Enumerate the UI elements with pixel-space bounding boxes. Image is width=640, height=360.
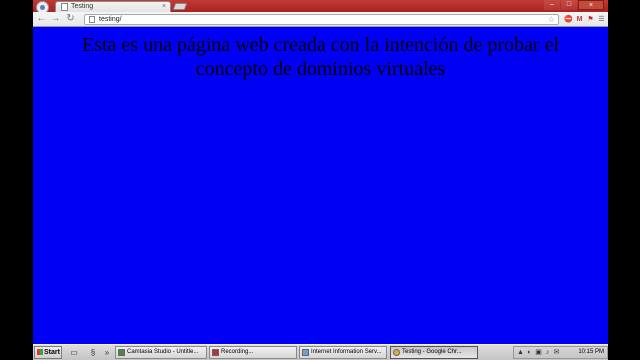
iis-icon bbox=[302, 349, 309, 356]
forward-button[interactable]: → bbox=[50, 13, 61, 25]
browser-window: Testing × – □ × ← → ↻ testing/ ☆ ⛔ M ⚑ ☰… bbox=[33, 0, 608, 344]
page-content: Esta es una página web creada con la int… bbox=[33, 27, 608, 344]
menu-icon[interactable]: ☰ bbox=[597, 15, 606, 24]
tab-close-icon[interactable]: × bbox=[162, 2, 166, 12]
windows-logo-icon bbox=[37, 349, 43, 355]
quick-launch-icon[interactable]: § bbox=[88, 347, 98, 358]
page-headline: Esta es una página web creada con la int… bbox=[81, 34, 559, 80]
recording-icon bbox=[212, 349, 219, 356]
quick-launch-more-icon[interactable]: » bbox=[102, 347, 112, 358]
minimize-button[interactable]: – bbox=[544, 0, 560, 10]
task-chrome[interactable]: Testing - Google Chr... bbox=[390, 346, 478, 359]
page-favicon-icon bbox=[61, 3, 68, 11]
show-desktop-icon[interactable]: ▭ bbox=[69, 347, 79, 358]
tab-title: Testing bbox=[71, 3, 94, 10]
back-button[interactable]: ← bbox=[36, 13, 47, 25]
page-icon bbox=[89, 16, 95, 23]
clock[interactable]: 10:15 PM bbox=[578, 347, 604, 358]
chrome-icon bbox=[393, 349, 400, 356]
task-camtasia[interactable]: Camtasia Studio - Untitle... bbox=[115, 346, 207, 359]
title-bar: Testing × – □ × bbox=[33, 0, 608, 14]
browser-toolbar: ← → ↻ testing/ ☆ ⛔ M ⚑ ☰ bbox=[33, 12, 608, 27]
camtasia-icon bbox=[118, 349, 125, 356]
reload-button[interactable]: ↻ bbox=[65, 13, 76, 25]
url-text[interactable]: testing/ bbox=[99, 15, 122, 24]
gmail-extension-icon[interactable]: M bbox=[575, 15, 584, 24]
taskbar: Start ▭ § » Camtasia Studio - Untitle...… bbox=[33, 344, 608, 360]
close-button[interactable]: × bbox=[578, 0, 604, 10]
volume-icon[interactable]: ♪ bbox=[544, 349, 551, 357]
start-label: Start bbox=[44, 349, 60, 356]
maximize-button[interactable]: □ bbox=[561, 0, 577, 10]
start-button[interactable]: Start bbox=[34, 346, 62, 359]
bookmark-star-icon[interactable]: ☆ bbox=[548, 15, 555, 24]
tab-testing[interactable]: Testing × bbox=[55, 1, 171, 12]
task-recording[interactable]: Recording... bbox=[209, 346, 297, 359]
adblock-extension-icon[interactable]: ⛔ bbox=[564, 15, 573, 24]
action-center-icon[interactable]: ▣ bbox=[535, 349, 542, 357]
network-icon[interactable]: ◐ bbox=[526, 349, 533, 357]
task-label: Camtasia Studio - Untitle... bbox=[127, 349, 199, 355]
task-label: Testing - Google Chr... bbox=[402, 349, 462, 355]
new-tab-button[interactable] bbox=[172, 3, 188, 10]
address-bar[interactable]: testing/ ☆ bbox=[84, 14, 559, 25]
task-label: Internet Information Serv... bbox=[311, 349, 382, 355]
task-label: Recording... bbox=[221, 349, 254, 355]
window-controls: – □ × bbox=[544, 0, 604, 11]
task-iis[interactable]: Internet Information Serv... bbox=[299, 346, 387, 359]
system-tray: ▲ ◐ ▣ ♪ ✉ 10:15 PM bbox=[513, 346, 608, 359]
flag-extension-icon[interactable]: ⚑ bbox=[586, 15, 595, 24]
tray-expand-icon[interactable]: ▲ bbox=[517, 349, 524, 357]
notification-icon[interactable]: ✉ bbox=[553, 349, 560, 357]
